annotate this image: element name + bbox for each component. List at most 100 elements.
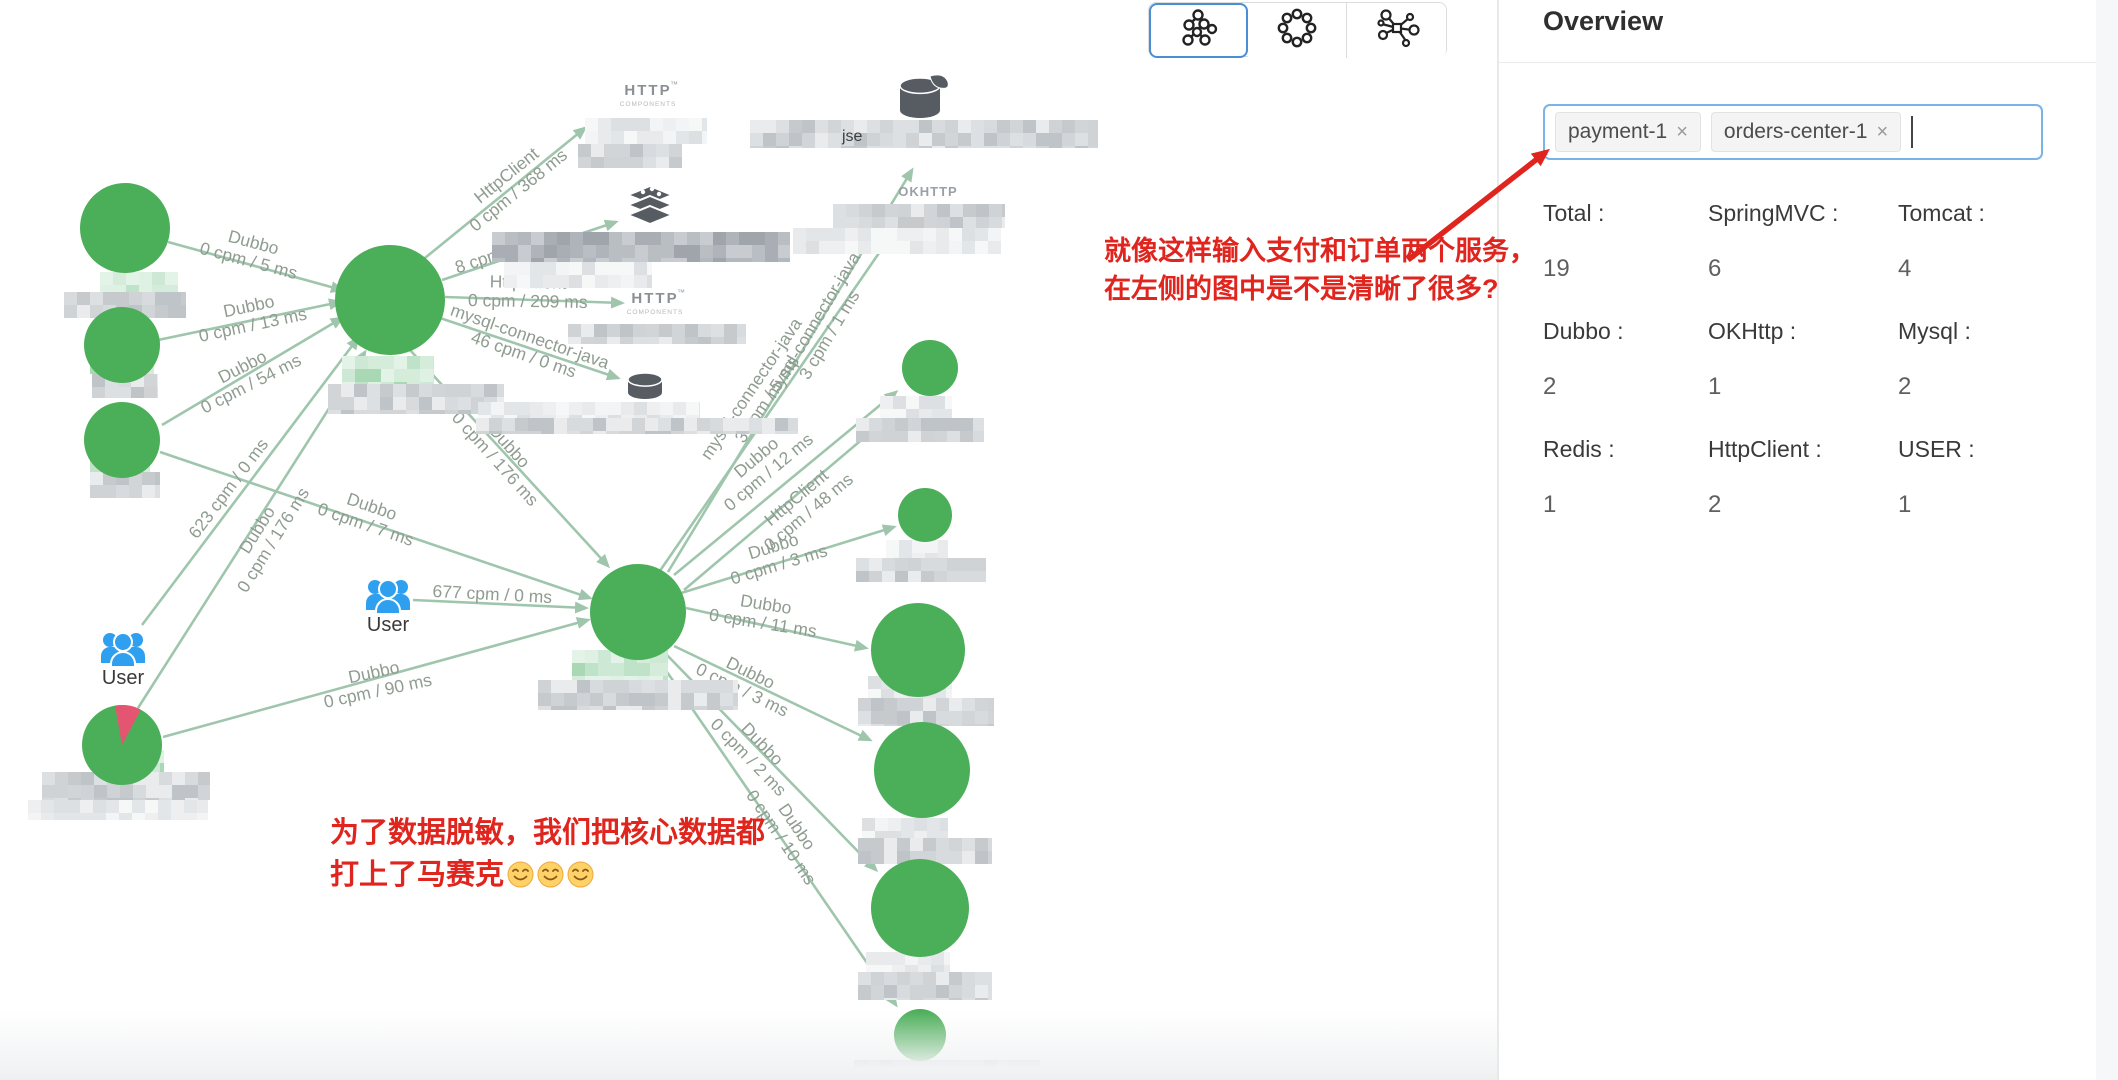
layout-button-force-layout[interactable]: [1347, 3, 1446, 58]
masked-label: [880, 396, 952, 418]
masked-label: [856, 418, 984, 442]
http-components-node[interactable]: HTTP™COMPONENTS: [627, 288, 685, 316]
service-node[interactable]: [82, 705, 162, 785]
user-node-label: User: [367, 614, 410, 636]
service-topology-canvas[interactable]: Dubbo0 cpm / 5 msDubbo0 cpm / 13 msDubbo…: [0, 0, 1497, 1080]
database-small-node[interactable]: [628, 373, 662, 399]
edge-label: Dubbo0 cpm / 54 ms: [189, 333, 305, 418]
stat-label: Tomcat :: [1898, 188, 2083, 227]
stat-value: 19: [1543, 227, 1708, 283]
annotation-input-hint: 就像这样输入支付和订单两个服务， 在左侧的图中是不是清晰了很多?: [1104, 232, 1536, 308]
edge-label: 677 cpm / 0 ms: [432, 581, 553, 607]
masked-label: [858, 698, 994, 726]
http-logo-text: HTTP: [624, 82, 671, 99]
stat-item: Redis :1: [1543, 424, 1708, 542]
scrollbar-track[interactable]: [2096, 0, 2118, 1080]
service-node[interactable]: [84, 402, 160, 478]
user-node[interactable]: User: [366, 580, 410, 636]
title-divider: [1499, 62, 2118, 63]
okhttp-node[interactable]: OKHTTP: [898, 184, 957, 199]
annotation-line: 就像这样输入支付和订单两个服务，: [1104, 232, 1536, 270]
tag-close-icon[interactable]: ×: [1676, 122, 1688, 142]
masked-label: [793, 228, 1001, 254]
filter-tag: payment-1×: [1555, 112, 1701, 152]
tree-layout-icon: [1176, 8, 1222, 53]
service-node[interactable]: [84, 307, 160, 383]
stat-item: Dubbo :2: [1543, 306, 1708, 424]
stat-label: Dubbo :: [1543, 306, 1708, 345]
user-node-label: User: [102, 667, 145, 689]
user-node[interactable]: User: [101, 633, 145, 689]
layout-switcher: [1148, 2, 1447, 57]
edge-label: Dubbo0 cpm / 11 ms: [708, 586, 822, 642]
force-layout-icon: [1374, 8, 1420, 53]
masked-label: [856, 558, 986, 582]
service-node[interactable]: [902, 340, 958, 396]
page-title: Overview: [1543, 6, 1663, 37]
stat-value: 6: [1708, 227, 1898, 283]
stat-label: USER :: [1898, 424, 2083, 463]
masked-label: [504, 262, 652, 288]
stat-label: Mysql :: [1898, 306, 2083, 345]
stat-label: Total :: [1543, 188, 1708, 227]
stat-label: HttpClient :: [1708, 424, 1898, 463]
service-node[interactable]: [894, 1009, 946, 1061]
edge-label: Dubbo0 cpm / 5 ms: [198, 220, 305, 284]
stat-value: 4: [1898, 227, 2083, 283]
masked-label: [862, 818, 948, 838]
service-node[interactable]: [590, 564, 686, 660]
stat-item: OKHttp :1: [1708, 306, 1898, 424]
layout-button-tree-layout[interactable]: [1149, 3, 1248, 58]
annotation-line: 为了数据脱敏，我们把核心数据都: [330, 812, 765, 854]
stat-value: 1: [1543, 463, 1708, 519]
masked-label: [858, 972, 992, 1000]
service-filter-input[interactable]: payment-1× orders-center-1 ×: [1543, 104, 2043, 160]
stat-item: Total :19: [1543, 188, 1708, 306]
smiley-emoji: [567, 858, 594, 885]
service-node[interactable]: [871, 603, 965, 697]
annotation-masking-note: 为了数据脱敏，我们把核心数据都 打上了马赛克: [330, 812, 765, 896]
svg-text:™: ™: [670, 80, 678, 89]
layout-button-circular-layout[interactable]: [1248, 3, 1347, 58]
stat-item: USER :1: [1898, 424, 2083, 542]
stat-label: OKHttp :: [1708, 306, 1898, 345]
redis-node[interactable]: [628, 186, 672, 224]
svg-text:™: ™: [677, 288, 685, 297]
edge-label: Dubbo0 cpm / 7 ms: [315, 481, 423, 551]
masked-label: [854, 1060, 1040, 1080]
stats-grid: Total :19SpringMVC :6Tomcat :4Dubbo :2OK…: [1543, 188, 2083, 542]
masked-label: [886, 540, 948, 558]
masked-label: [585, 118, 707, 144]
smiley-emoji: [507, 858, 534, 885]
filter-tag-label: orders-center-1: [1724, 120, 1868, 144]
circular-layout-icon: [1274, 8, 1320, 53]
http-components-node[interactable]: HTTP™COMPONENTS: [620, 80, 678, 108]
stat-label: Redis :: [1543, 424, 1708, 463]
smiley-emoji-row: [504, 859, 594, 891]
stat-item: Tomcat :4: [1898, 188, 2083, 306]
service-node[interactable]: [874, 722, 970, 818]
stat-value: 2: [1543, 345, 1708, 401]
service-node[interactable]: [898, 488, 952, 542]
edge-label: Dubbo0 cpm / 90 ms: [318, 651, 434, 712]
masked-label: [750, 120, 1098, 148]
stat-label: SpringMVC :: [1708, 188, 1898, 227]
masked-label: [476, 418, 798, 434]
tag-close-icon[interactable]: ×: [1876, 122, 1888, 142]
masked-label: [100, 272, 178, 294]
edge-label: HttpClient0 cpm / 368 ms: [453, 130, 571, 236]
topology-graph: Dubbo0 cpm / 5 msDubbo0 cpm / 13 msDubbo…: [0, 0, 1497, 1080]
db-node-tag: jse: [841, 128, 863, 145]
stat-value: 1: [1708, 345, 1898, 401]
masked-label: [28, 800, 208, 820]
service-node[interactable]: [335, 245, 445, 355]
filter-tag: orders-center-1 ×: [1711, 112, 1901, 152]
service-node[interactable]: [80, 183, 170, 273]
svg-text:COMPONENTS: COMPONENTS: [627, 309, 684, 316]
stat-value: 2: [1708, 463, 1898, 519]
service-node[interactable]: [871, 859, 969, 957]
masked-label: [578, 144, 682, 168]
masked-label: [478, 402, 700, 418]
stat-value: 1: [1898, 463, 2083, 519]
stat-item: Mysql :2: [1898, 306, 2083, 424]
